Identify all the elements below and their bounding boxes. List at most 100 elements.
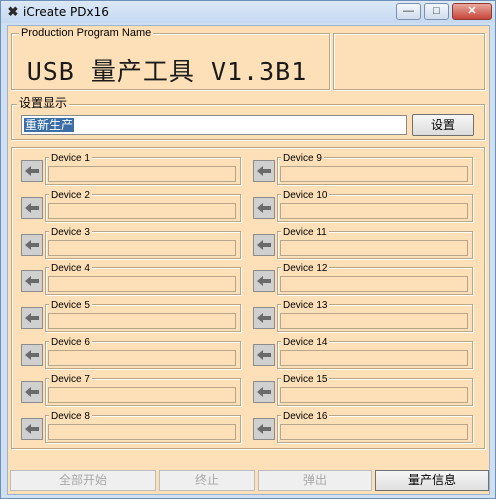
device-box: Device 14 (277, 337, 473, 369)
device-status-field (280, 350, 468, 366)
device-box: Device 9 (277, 153, 473, 185)
device-label: Device 12 (281, 263, 330, 275)
device-label: Device 1 (49, 153, 92, 164)
device-label: Device 6 (49, 337, 92, 348)
main-panel: Production Program Name USB 量产工具 V1.3B1 … (7, 25, 490, 495)
device-box: Device 16 (277, 410, 473, 443)
settings-value: 重新生产 (24, 118, 75, 132)
device-label: Device 7 (49, 373, 92, 385)
device-box: Device 6 (45, 337, 241, 369)
device-label: Device 11 (281, 226, 329, 238)
settings-display-input[interactable]: 重新生产 (21, 115, 407, 135)
eject-button[interactable]: 弹出 (258, 470, 372, 491)
device-box: Device 1 (45, 153, 241, 185)
device-label: Device 4 (49, 263, 92, 275)
settings-group-label: 设置显示 (17, 96, 70, 110)
close-icon: ✕ (467, 5, 477, 17)
device-status-field (280, 239, 468, 256)
device-arrow-button[interactable] (253, 417, 275, 440)
start-all-button[interactable]: 全部开始 (10, 470, 156, 491)
device-slot: Device 15 (253, 373, 473, 408)
device-label: Device 16 (281, 410, 330, 422)
device-label: Device 3 (49, 226, 92, 238)
device-arrow-button[interactable] (253, 160, 275, 182)
device-arrow-button[interactable] (21, 344, 43, 366)
device-slot: Device 1 (21, 153, 241, 187)
device-status-field (280, 276, 468, 293)
production-info-button[interactable]: 量产信息 (375, 470, 489, 491)
device-arrow-button[interactable] (253, 380, 275, 403)
device-slot: Device 5 (21, 300, 241, 334)
device-box: Device 13 (277, 300, 473, 333)
device-status-field (280, 423, 468, 440)
close-button[interactable]: ✕ (452, 3, 492, 20)
device-slot: Device 9 (253, 153, 473, 187)
device-slot: Device 12 (253, 263, 473, 297)
program-side-panel (333, 33, 485, 90)
device-label: Device 9 (281, 153, 324, 164)
device-arrow-button[interactable] (21, 270, 43, 293)
device-status-field (48, 313, 236, 330)
device-box: Device 7 (45, 373, 241, 406)
window-title: iCreate PDx16 (23, 5, 109, 19)
device-status-field (280, 313, 468, 330)
app-window: ✖ iCreate PDx16 — □ ✕ Production Program… (0, 0, 496, 499)
device-status-field (48, 166, 236, 182)
restore-icon: □ (433, 5, 440, 17)
program-name-display: USB 量产工具 V1.3B1 (26, 57, 308, 86)
device-status-field (48, 202, 236, 219)
device-box: Device 11 (277, 226, 473, 259)
device-label: Device 13 (281, 300, 330, 312)
device-status-field (48, 239, 236, 256)
stop-button[interactable]: 终止 (159, 470, 255, 491)
device-arrow-button[interactable] (21, 196, 43, 219)
device-box: Device 3 (45, 226, 241, 259)
device-status-field (280, 166, 468, 182)
device-box: Device 5 (45, 300, 241, 333)
device-status-field (48, 276, 236, 293)
device-arrow-button[interactable] (21, 417, 43, 440)
device-box: Device 10 (277, 189, 473, 222)
device-arrow-button[interactable] (253, 196, 275, 219)
device-arrow-button[interactable] (21, 307, 43, 330)
device-slot: Device 16 (253, 410, 473, 445)
device-status-field (48, 423, 236, 440)
device-box: Device 4 (45, 263, 241, 296)
device-box: Device 2 (45, 189, 241, 222)
device-slot: Device 3 (21, 226, 241, 261)
production-program-label: Production Program Name (19, 27, 154, 39)
device-box: Device 12 (277, 263, 473, 296)
tools-icon: ✖ (7, 4, 19, 19)
device-status-field (280, 386, 468, 403)
restore-button[interactable]: □ (424, 3, 449, 20)
device-slot: Device 4 (21, 263, 241, 297)
settings-button[interactable]: 设置 (412, 114, 474, 136)
device-status-field (280, 202, 468, 219)
device-label: Device 8 (49, 410, 92, 422)
device-arrow-button[interactable] (253, 233, 275, 256)
device-slot: Device 6 (21, 337, 241, 371)
device-arrow-button[interactable] (253, 307, 275, 330)
device-label: Device 2 (49, 189, 92, 201)
device-arrow-button[interactable] (21, 233, 43, 256)
minimize-icon: — (403, 5, 414, 17)
device-slot: Device 7 (21, 373, 241, 408)
device-slot: Device 11 (253, 226, 473, 261)
device-arrow-button[interactable] (253, 270, 275, 293)
device-slot: Device 13 (253, 300, 473, 334)
device-label: Device 5 (49, 300, 92, 312)
title-bar[interactable]: ✖ iCreate PDx16 — □ ✕ (1, 1, 495, 23)
production-program-group: Production Program Name USB 量产工具 V1.3B1 (11, 27, 330, 90)
device-box: Device 8 (45, 410, 241, 443)
device-label: Device 15 (281, 373, 330, 385)
device-label: Device 10 (281, 189, 330, 201)
minimize-button[interactable]: — (396, 3, 421, 20)
device-arrow-button[interactable] (21, 380, 43, 403)
device-arrow-button[interactable] (253, 344, 275, 366)
device-slot: Device 14 (253, 337, 473, 371)
device-slot: Device 2 (21, 189, 241, 224)
device-arrow-button[interactable] (21, 160, 43, 182)
device-status-field (48, 386, 236, 403)
device-status-field (48, 350, 236, 366)
device-label: Device 14 (281, 337, 330, 348)
